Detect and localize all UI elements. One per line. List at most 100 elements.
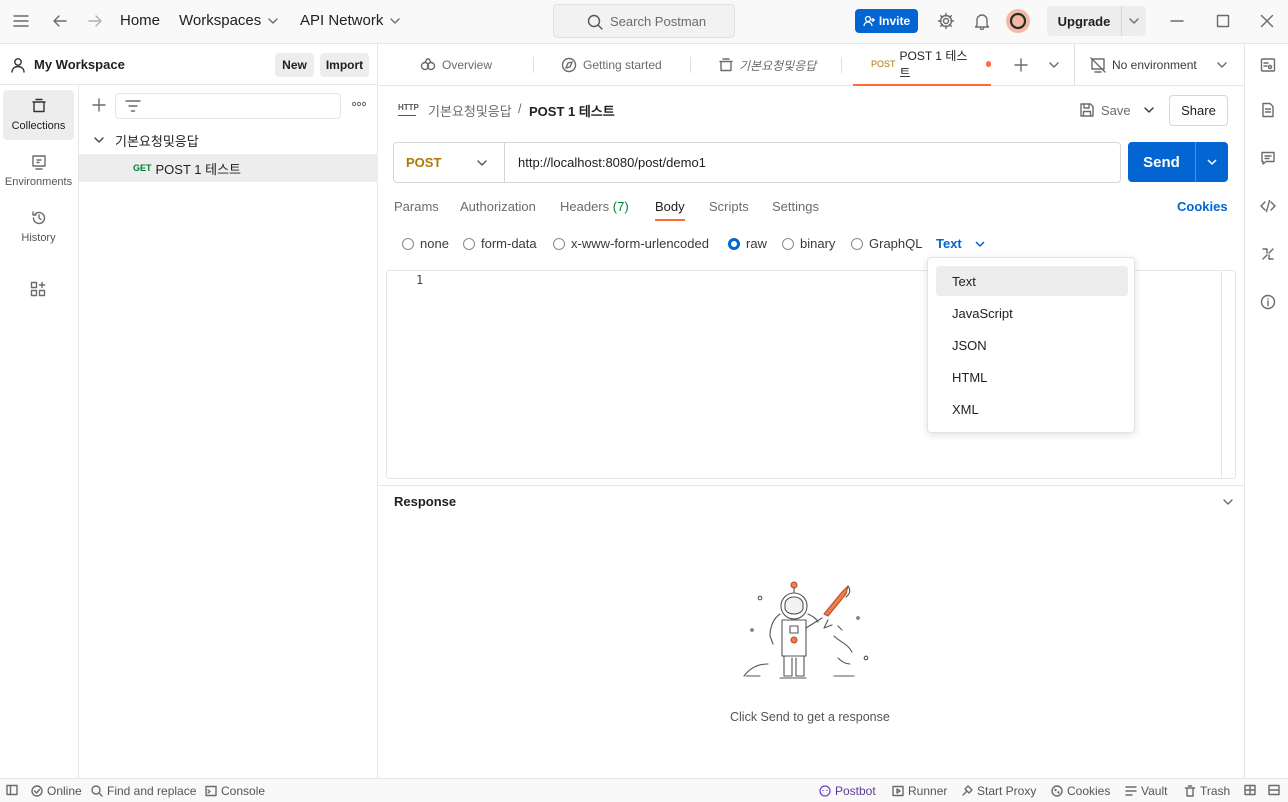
headers-count: (7) — [612, 199, 629, 214]
sidebar-item-collections[interactable]: Collections — [3, 90, 74, 140]
filter-collections-input[interactable] — [115, 93, 341, 119]
radio-form-data[interactable]: form-data — [463, 236, 537, 251]
forward-arrow-icon[interactable] — [87, 13, 103, 29]
share-button[interactable]: Share — [1169, 95, 1228, 126]
environment-chevron-icon[interactable] — [1216, 59, 1228, 71]
vault-button[interactable]: Vault — [1125, 784, 1167, 798]
more-options-icon[interactable] — [351, 99, 367, 109]
documentation-icon[interactable] — [1260, 102, 1276, 118]
close-icon[interactable] — [1260, 14, 1274, 28]
raw-format-select[interactable]: Text — [936, 236, 986, 251]
response-divider[interactable] — [378, 485, 1244, 486]
trash-button[interactable]: Trash — [1184, 784, 1230, 798]
tab-getting-started[interactable]: Getting started — [561, 44, 662, 86]
dropdown-option-text[interactable]: Text — [936, 266, 1128, 296]
response-collapse-chevron-icon[interactable] — [1222, 496, 1234, 508]
cookies-link[interactable]: Cookies — [1177, 199, 1228, 214]
tab-params[interactable]: Params — [394, 199, 439, 214]
online-label: Online — [47, 784, 82, 798]
home-link[interactable]: Home — [120, 12, 160, 29]
notification-bell-icon[interactable] — [974, 12, 990, 30]
share-label: Share — [1181, 103, 1216, 118]
workspaces-menu[interactable]: Workspaces — [179, 12, 279, 29]
menu-icon[interactable] — [13, 14, 29, 28]
dropdown-option-json[interactable]: JSON — [936, 330, 1128, 360]
environment-quick-look-icon[interactable] — [1260, 57, 1276, 73]
workspace-name[interactable]: My Workspace — [34, 57, 125, 72]
radio-graphql[interactable]: GraphQL — [851, 236, 922, 251]
radio-raw[interactable]: raw — [728, 236, 767, 251]
editor-scrollbar[interactable] — [1221, 271, 1235, 478]
new-button[interactable]: New — [275, 53, 314, 77]
radio-urlencoded[interactable]: x-www-form-urlencoded — [553, 236, 709, 251]
environment-selector[interactable]: No environment — [1090, 44, 1197, 86]
minimize-icon[interactable] — [1170, 14, 1184, 28]
new-tab-icon[interactable] — [1014, 58, 1028, 72]
invite-button[interactable]: Invite — [855, 9, 918, 33]
upgrade-button[interactable]: Upgrade — [1047, 6, 1146, 36]
save-button[interactable]: Save — [1079, 96, 1135, 124]
info-icon[interactable] — [1260, 294, 1276, 310]
save-options-chevron-icon[interactable] — [1143, 104, 1155, 116]
chevron-down-icon[interactable] — [1128, 15, 1140, 27]
tab-authorization[interactable]: Authorization — [460, 199, 536, 214]
left-sidebar: Collections Environments History — [0, 85, 79, 778]
dropdown-option-xml[interactable]: XML — [936, 394, 1128, 424]
code-icon[interactable] — [1260, 198, 1276, 214]
method-select[interactable]: POST — [394, 143, 505, 182]
tab-headers[interactable]: Headers (7) — [560, 199, 629, 214]
radio-circle-selected — [728, 237, 740, 250]
add-collection-icon[interactable] — [92, 98, 106, 112]
maximize-icon[interactable] — [1216, 14, 1230, 28]
postbot-button[interactable]: Postbot — [819, 784, 876, 798]
tab-label: 기본요청및응답 — [739, 58, 817, 73]
find-replace-button[interactable]: Find and replace — [91, 784, 196, 798]
back-arrow-icon[interactable] — [52, 13, 68, 29]
request-item[interactable]: GET POST 1 테스트 — [79, 154, 378, 182]
related-collections-icon[interactable] — [1260, 246, 1276, 262]
sidebar-item-environments[interactable]: Environments — [3, 146, 74, 196]
send-button[interactable]: Send — [1128, 142, 1228, 182]
collection-folder[interactable]: 기본요청및응답 — [79, 126, 378, 154]
tab-collection[interactable]: 기본요청및응답 — [719, 44, 816, 86]
toggle-sidebar-icon[interactable] — [6, 784, 18, 796]
save-label: Save — [1101, 102, 1131, 118]
tab-request-active[interactable]: POST POST 1 테스트 — [853, 44, 991, 86]
send-options-chevron-icon[interactable] — [1206, 156, 1218, 168]
request-title[interactable]: POST 1 테스트 — [529, 101, 615, 120]
comments-icon[interactable] — [1260, 150, 1276, 166]
dropdown-option-javascript[interactable]: JavaScript — [936, 298, 1128, 328]
sidebar-item-history[interactable]: History — [3, 202, 74, 252]
start-proxy-button[interactable]: Start Proxy — [961, 784, 1036, 798]
tab-scripts[interactable]: Scripts — [709, 199, 749, 214]
unsaved-dot — [985, 61, 991, 67]
tabs-menu-chevron-icon[interactable] — [1048, 59, 1060, 71]
tab-body[interactable]: Body — [655, 199, 685, 221]
import-label: Import — [325, 58, 364, 72]
url-bar: POST http://localhost:8080/post/demo1 — [393, 142, 1121, 183]
radio-none[interactable]: none — [402, 236, 449, 251]
tab-settings[interactable]: Settings — [772, 199, 819, 214]
radio-label: GraphQL — [869, 236, 923, 251]
radio-binary[interactable]: binary — [782, 236, 835, 251]
start-proxy-label: Start Proxy — [977, 784, 1037, 798]
radio-label: form-data — [481, 236, 537, 251]
import-button[interactable]: Import — [320, 53, 369, 77]
online-status[interactable]: Online — [31, 784, 82, 798]
runner-button[interactable]: Runner — [892, 784, 947, 798]
sidebar-item-label: History — [21, 232, 56, 244]
dropdown-option-html[interactable]: HTML — [936, 362, 1128, 392]
sidebar-item-label: Environments — [4, 176, 73, 188]
search-input[interactable]: Search Postman — [553, 4, 735, 38]
breadcrumb-parent[interactable]: 기본요청및응답 — [428, 101, 512, 120]
settings-gear-icon[interactable] — [937, 12, 955, 30]
url-input[interactable]: http://localhost:8080/post/demo1 — [518, 155, 706, 170]
console-button[interactable]: Console — [205, 784, 265, 798]
help-icon[interactable] — [1268, 784, 1280, 796]
api-network-menu[interactable]: API Network — [300, 12, 401, 29]
configure-sidebar-icon[interactable] — [30, 281, 46, 297]
cookies-button[interactable]: Cookies — [1051, 784, 1110, 798]
layout-two-pane-icon[interactable] — [1244, 784, 1256, 796]
tab-overview[interactable]: Overview — [420, 44, 492, 86]
avatar[interactable] — [1006, 9, 1030, 33]
